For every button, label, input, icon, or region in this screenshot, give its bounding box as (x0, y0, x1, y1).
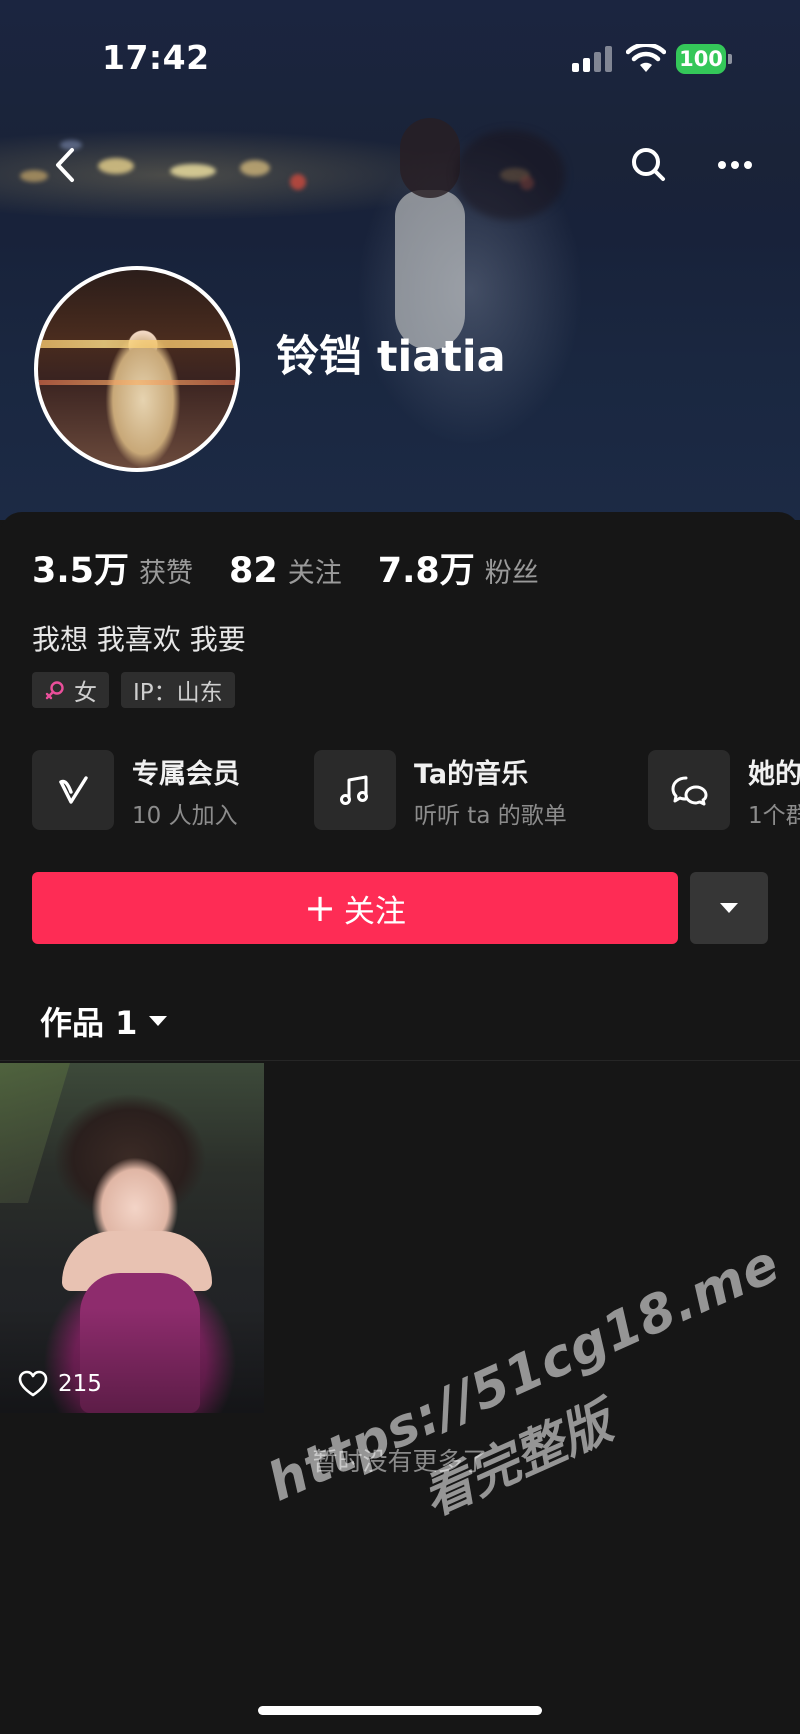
feature-membership-title: 专属会员 (132, 759, 240, 790)
search-button[interactable] (624, 140, 674, 190)
feature-membership-subtitle: 10 人加入 (132, 803, 238, 829)
followers-count[interactable]: 7.8万 (378, 542, 475, 593)
more-options-button[interactable] (710, 140, 760, 190)
feature-group-chat-title: 她的 (748, 759, 800, 790)
ellipsis-icon (718, 161, 752, 169)
feature-music-title: Ta的音乐 (414, 759, 529, 790)
home-indicator[interactable] (258, 1706, 542, 1715)
status-time: 17:42 (102, 38, 210, 77)
cellular-signal-icon (572, 46, 614, 72)
tab-works-label: 作品 1 (40, 1004, 138, 1042)
likes-count[interactable]: 3.5万 (32, 542, 129, 593)
female-icon (45, 681, 64, 700)
tab-divider (0, 1060, 800, 1061)
gender-tag: 女 (32, 672, 109, 708)
profile-bio: 我想 我喜欢 我要 (32, 623, 246, 656)
battery-icon: 100 (676, 44, 732, 74)
chevron-left-icon (56, 148, 74, 182)
feature-music-subtitle: 听听 ta 的歌单 (414, 803, 567, 829)
ip-location-label: IP：山东 (133, 680, 223, 706)
video-like-count-value: 215 (58, 1371, 102, 1397)
followers-label: 粉丝 (484, 558, 539, 589)
gender-label: 女 (74, 680, 97, 706)
feature-cards: 专属会员 10 人加入 Ta的音乐 听听 ta 的歌单 她的 1个群 (32, 748, 800, 832)
caret-down-icon (149, 1016, 168, 1026)
v-badge-icon (32, 750, 114, 830)
caret-down-icon (720, 903, 738, 913)
search-icon (632, 148, 665, 181)
following-label: 关注 (287, 558, 342, 589)
chat-bubbles-icon (648, 750, 730, 830)
heart-icon (18, 1370, 48, 1397)
profile-username: 铃铛 tiatia (276, 332, 506, 382)
profile-stats: 3.5万 获赞 82 关注 7.8万 粉丝 (32, 542, 575, 591)
video-like-count: 215 (18, 1370, 102, 1398)
profile-tags: 女 IP：山东 (32, 672, 235, 708)
tab-works[interactable]: 作品 1 (40, 998, 169, 1044)
following-count[interactable]: 82 (229, 551, 278, 591)
feature-group-chat-subtitle: 1个群 (748, 803, 800, 829)
wifi-icon (626, 44, 666, 72)
status-bar: 17:42 100 (0, 0, 800, 110)
video-thumbnail[interactable] (0, 1063, 264, 1413)
plus-icon: + (304, 886, 336, 930)
ip-tag: IP：山东 (121, 672, 235, 708)
follow-button-label: 关注 (343, 893, 406, 930)
back-button[interactable] (42, 140, 92, 190)
likes-label: 获赞 (139, 558, 194, 589)
follow-dropdown-button[interactable] (690, 872, 768, 944)
music-note-icon (314, 750, 396, 830)
avatar[interactable] (34, 266, 240, 472)
battery-level: 100 (676, 44, 726, 74)
follow-button[interactable]: + 关注 (32, 872, 678, 944)
